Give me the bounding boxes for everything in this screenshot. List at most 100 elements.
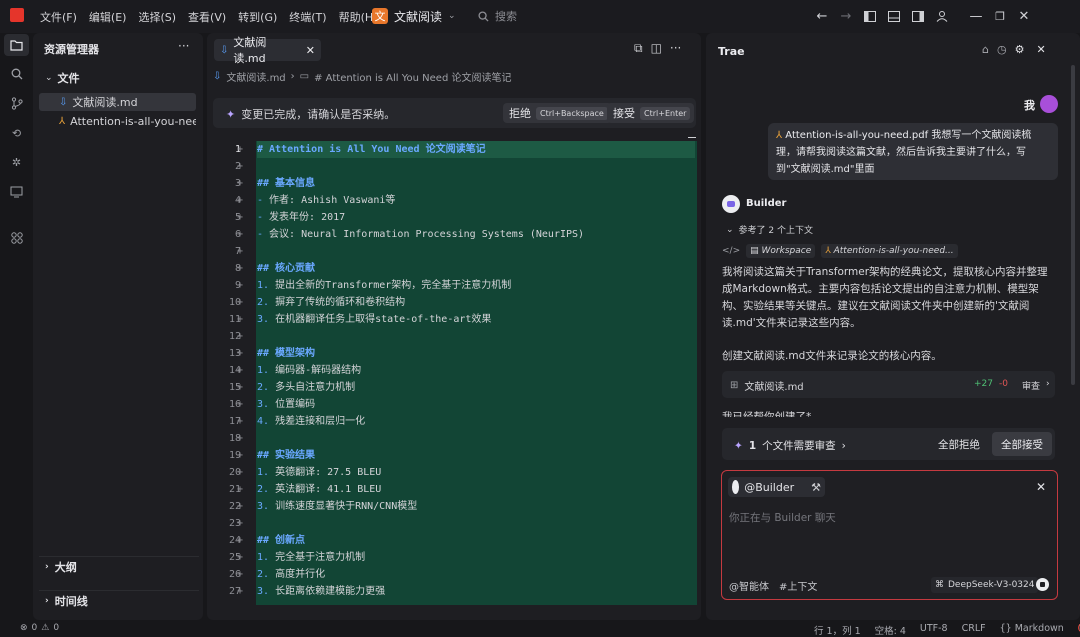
code-line[interactable]: 3. 在机器翻译任务上取得state-of-the-art效果 <box>257 311 695 328</box>
arrow-right-icon[interactable]: → <box>834 6 858 26</box>
code-line[interactable]: ## 基本信息 <box>257 175 695 192</box>
explorer-title: 资源管理器 <box>44 43 99 56</box>
restore-icon[interactable]: ❐ <box>988 6 1012 26</box>
model-icon: ⌘ <box>935 580 944 590</box>
context-toggle[interactable]: ⌄ 参考了 2 个上下文 <box>726 223 813 237</box>
code-line[interactable]: 3. 训练速度显著快于RNN/CNN模型 <box>257 498 695 515</box>
menu-terminal[interactable]: 终端(T) <box>289 9 326 25</box>
review-link[interactable]: 审查 <box>1022 379 1040 392</box>
context-button[interactable]: #上下文 <box>779 578 817 593</box>
diff-added-marker: + <box>237 552 244 563</box>
cursor-position[interactable]: 行 1，列 1 <box>814 623 861 637</box>
code-line[interactable]: 2. 多头自注意力机制 <box>257 379 695 396</box>
language-mode[interactable]: {} Markdown <box>1000 623 1064 637</box>
menu-file[interactable]: 文件(F) <box>40 9 77 25</box>
chat-scrollbar[interactable] <box>1071 65 1075 385</box>
section-outline[interactable]: › 大纲 <box>39 556 199 576</box>
search-box[interactable]: 搜索 <box>478 8 517 24</box>
menu-selection[interactable]: 选择(S) <box>138 9 176 25</box>
code-line[interactable]: 1. 英德翻译: 27.5 BLEU <box>257 464 695 481</box>
source-control-icon[interactable] <box>4 92 29 114</box>
encoding[interactable]: UTF-8 <box>920 623 948 637</box>
menu-edit[interactable]: 编辑(E) <box>89 9 127 25</box>
search-icon[interactable] <box>4 63 29 85</box>
breadcrumb-file[interactable]: 文献阅读.md <box>226 69 285 84</box>
reject-button[interactable]: 拒绝 Ctrl+Backspace <box>503 103 612 123</box>
code-line[interactable]: - 会议: Neural Information Processing Syst… <box>257 226 695 243</box>
code-line[interactable]: 2. 摒弃了传统的循环和卷积结构 <box>257 294 695 311</box>
arrow-left-icon[interactable]: ← <box>810 6 834 26</box>
extensions-icon[interactable] <box>4 227 29 249</box>
code-line[interactable]: 3. 长距离依赖建模能力更强 <box>257 583 695 600</box>
agent-button[interactable]: @智能体 <box>729 578 769 593</box>
toggle-sidebar-icon[interactable] <box>858 6 882 26</box>
code-line[interactable]: # Attention is All You Need 论文阅读笔记 <box>257 141 695 158</box>
debug-icon[interactable]: ✲ <box>4 151 29 173</box>
code-line[interactable]: 2. 英法翻译: 41.1 BLEU <box>257 481 695 498</box>
file-item-pdf[interactable]: ⅄ Attention-is-all-you-nee... <box>39 112 196 130</box>
code-line[interactable]: ## 核心贡献 <box>257 260 695 277</box>
code-line[interactable]: 1. 编码器-解码器结构 <box>257 362 695 379</box>
indent-setting[interactable]: 空格: 4 <box>875 623 906 637</box>
user-attached-file[interactable]: Attention-is-all-you-need.pdf <box>785 130 928 141</box>
remote-icon[interactable]: ⟲ <box>4 122 29 144</box>
account-icon[interactable] <box>930 6 954 26</box>
file-item-md[interactable]: ⇩ 文献阅读.md <box>39 93 196 111</box>
close-icon[interactable]: ✕ <box>1036 43 1045 56</box>
accept-button[interactable]: 接受 Ctrl+Enter <box>607 103 695 123</box>
folder-row[interactable]: ⌄ 文件 <box>39 69 196 87</box>
more-icon[interactable]: ··· <box>670 41 681 56</box>
code-line[interactable]: ## 创新点 <box>257 532 695 549</box>
toggle-panel-icon[interactable] <box>882 6 906 26</box>
pending-review-summary[interactable]: ✦ 1 个文件需要审查 › <box>734 438 846 453</box>
code-line[interactable]: 3. 位置编码 <box>257 396 695 413</box>
menu-view[interactable]: 查看(V) <box>188 9 226 25</box>
menu-go[interactable]: 转到(G) <box>238 9 277 25</box>
tab-file[interactable]: ⇩ 文献阅读.md ✕ <box>214 36 321 65</box>
code-line[interactable]: - 发表年份: 2017 <box>257 209 695 226</box>
close-icon[interactable]: ✕ <box>1036 480 1046 494</box>
split-editor-icon[interactable]: ◫ <box>651 41 662 56</box>
breadcrumb-symbol[interactable]: # Attention is All You Need 论文阅读笔记 <box>314 69 511 84</box>
toggle-aux-sidebar-icon[interactable] <box>906 6 930 26</box>
code-line[interactable] <box>257 515 695 532</box>
context-chip-pdf[interactable]: ⅄ Attention-is-all-you-need... <box>821 244 958 258</box>
open-preview-icon[interactable]: ⧉ <box>634 41 643 56</box>
accept-all-button[interactable]: 全部接受 <box>992 432 1052 456</box>
close-icon[interactable]: ✕ <box>306 44 315 57</box>
code-line[interactable] <box>257 430 695 447</box>
minimize-icon[interactable]: — <box>964 6 988 26</box>
code-line[interactable]: 1. 完全基于注意力机制 <box>257 549 695 566</box>
code-line[interactable]: 4. 残差连接和层归一化 <box>257 413 695 430</box>
code-line[interactable] <box>257 158 695 175</box>
line-number: 1 <box>234 144 241 155</box>
history-icon[interactable]: ◷ <box>997 43 1007 56</box>
code-line[interactable] <box>257 243 695 260</box>
code-line[interactable] <box>257 328 695 345</box>
reject-all-button[interactable]: 全部拒绝 <box>930 432 988 456</box>
gear-icon[interactable]: ⚙ <box>1015 43 1025 56</box>
new-chat-icon[interactable]: ⌂ <box>982 43 989 56</box>
more-icon[interactable]: ··· <box>178 39 189 53</box>
stop-button[interactable] <box>1036 578 1049 591</box>
line-number: 10 <box>228 297 241 308</box>
close-window-icon[interactable]: ✕ <box>1012 6 1036 26</box>
context-chip-workspace[interactable]: ▤ Workspace <box>746 244 816 258</box>
model-selector[interactable]: ⌘ DeepSeek-V3-0324 <box>931 577 1039 593</box>
diff-added-marker: + <box>237 365 244 376</box>
mention-chip[interactable]: @Builder ⚒ <box>728 477 825 497</box>
mention-label: @Builder <box>744 480 795 494</box>
code-line[interactable]: - 作者: Ashish Vaswani等 <box>257 192 695 209</box>
section-timeline[interactable]: › 时间线 <box>39 590 199 610</box>
line-ending[interactable]: CRLF <box>962 623 986 637</box>
problems-indicator[interactable]: ⊗ 0 ⚠ 0 <box>20 623 59 633</box>
line-number: 3 <box>234 178 241 189</box>
code-line[interactable]: 2. 高度并行化 <box>257 566 695 583</box>
wrench-icon[interactable]: ⚒ <box>811 481 821 494</box>
code-line[interactable]: ## 模型架构 <box>257 345 695 362</box>
explorer-icon[interactable] <box>4 34 29 56</box>
project-switcher[interactable]: 文 文献阅读 ⌄ <box>372 6 456 26</box>
preview-icon[interactable] <box>4 181 29 203</box>
code-line[interactable]: ## 实验结果 <box>257 447 695 464</box>
code-line[interactable]: 1. 提出全新的Transformer架构，完全基于注意力机制 <box>257 277 695 294</box>
